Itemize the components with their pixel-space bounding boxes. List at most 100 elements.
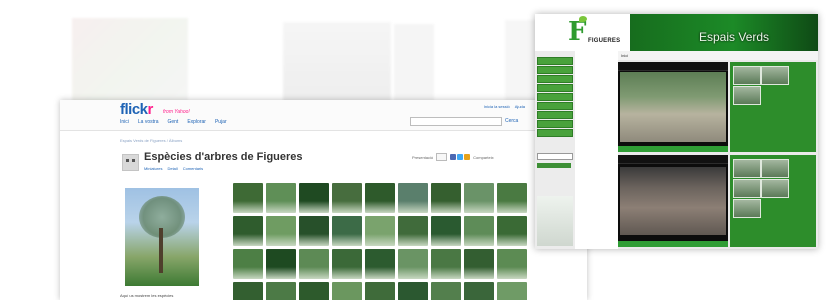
video-thumb[interactable]: [733, 199, 761, 218]
flickr-header: flickr from Yahoo! Inici La vostra Gent …: [60, 100, 587, 131]
video-thumb[interactable]: [733, 66, 761, 85]
espais-logo-area: F FIGUERES: [535, 14, 630, 51]
breadcrumb[interactable]: Espais Verds de Figueres / Àlbums: [120, 138, 182, 143]
sidebar-menu-item[interactable]: [537, 66, 573, 74]
sidebar-menu-item[interactable]: [537, 120, 573, 128]
tab-detail[interactable]: Detall: [167, 166, 177, 171]
nav-item[interactable]: Pujar: [215, 119, 227, 125]
sidebar-menu-item[interactable]: [537, 57, 573, 65]
album-owner-icon[interactable]: [122, 154, 139, 171]
background-ghost-image: [394, 24, 434, 110]
espais-title: Espais Verds: [699, 30, 770, 44]
photo-thumbnail[interactable]: [266, 249, 296, 279]
share-label[interactable]: Comparteix: [473, 155, 493, 160]
photo-thumbnail[interactable]: [266, 183, 296, 213]
photo-thumbnail[interactable]: [365, 183, 395, 213]
share-icons: [450, 154, 471, 160]
photo-thumbnail[interactable]: [398, 249, 428, 279]
nav-item[interactable]: Gent: [167, 119, 178, 125]
share-icon[interactable]: [457, 154, 464, 160]
video-controls[interactable]: [618, 146, 728, 152]
photo-thumbnail[interactable]: [431, 216, 461, 246]
photo-thumbnail[interactable]: [497, 282, 527, 300]
sidebar-image: [537, 196, 573, 246]
photo-thumbnail[interactable]: [233, 216, 263, 246]
video-thumb-panel: [730, 62, 816, 152]
photo-thumbnail[interactable]: [266, 216, 296, 246]
background-ghost-image: [72, 18, 188, 110]
search-input[interactable]: [410, 117, 502, 126]
video-thumb[interactable]: [761, 179, 789, 198]
video-thumb[interactable]: [761, 66, 789, 85]
search-button[interactable]: Cerca: [505, 118, 518, 124]
photo-thumbnail[interactable]: [365, 216, 395, 246]
photo-thumbnail[interactable]: [299, 249, 329, 279]
album-title: Espècies d'arbres de Figueres: [144, 151, 303, 163]
sidebar-menu-item[interactable]: [537, 93, 573, 101]
tab-thumbnails[interactable]: Miniatures: [144, 166, 162, 171]
photo-thumbnail[interactable]: [398, 183, 428, 213]
sidebar-menu-item[interactable]: [537, 84, 573, 92]
content-tabbar[interactable]: Inici: [618, 51, 818, 60]
video-controls[interactable]: [618, 241, 728, 247]
video-player[interactable]: [618, 62, 728, 152]
sort-label: Presentació: [412, 154, 434, 160]
photo-thumbnail[interactable]: [332, 216, 362, 246]
video-thumb[interactable]: [733, 86, 761, 105]
photo-thumbnail[interactable]: [464, 183, 494, 213]
help-link[interactable]: Ajuda: [515, 104, 525, 109]
sidebar-menu-item[interactable]: [537, 102, 573, 110]
photo-thumbnail[interactable]: [299, 216, 329, 246]
photo-thumbnail[interactable]: [332, 282, 362, 300]
photo-thumbnail[interactable]: [497, 216, 527, 246]
photo-thumbnail[interactable]: [332, 249, 362, 279]
sidebar-menu-item[interactable]: [537, 75, 573, 83]
espais-content: Inici: [618, 51, 818, 249]
video-player[interactable]: [618, 155, 728, 247]
nav-item[interactable]: Explorar: [187, 119, 206, 125]
photo-thumbnail[interactable]: [464, 282, 494, 300]
photo-thumbnail[interactable]: [398, 216, 428, 246]
photo-thumbnail[interactable]: [299, 282, 329, 300]
nav-item[interactable]: La vostra: [138, 119, 159, 125]
photo-thumbnail[interactable]: [233, 282, 263, 300]
share-icon[interactable]: [450, 154, 457, 160]
photo-thumbnail[interactable]: [431, 249, 461, 279]
photo-thumbnail[interactable]: [266, 282, 296, 300]
video-thumb[interactable]: [733, 159, 761, 178]
photo-thumbnail[interactable]: [497, 249, 527, 279]
flickr-logo-tagline: from Yahoo!: [163, 109, 190, 115]
photo-thumbnail[interactable]: [332, 183, 362, 213]
figueres-logo-letter: F: [568, 17, 587, 47]
nav-item[interactable]: Inici: [120, 119, 129, 125]
video-frame: [620, 72, 726, 142]
flickr-nav: Inici La vostra Gent Explorar Pujar: [120, 119, 227, 125]
top-links: Inicia la sessió Ajuda: [484, 104, 525, 109]
sidebar-search-input[interactable]: [537, 153, 573, 160]
photo-thumbnail[interactable]: [233, 183, 263, 213]
photo-thumbnail[interactable]: [365, 282, 395, 300]
video-header-bar: [618, 155, 728, 164]
tab-comments[interactable]: Comentaris: [183, 166, 203, 171]
share-icon[interactable]: [464, 154, 471, 160]
sidebar-search-button[interactable]: [537, 163, 571, 168]
figueres-logo-text: FIGUERES: [588, 38, 621, 44]
sidebar-menu-item[interactable]: [537, 129, 573, 137]
photo-thumbnail[interactable]: [497, 183, 527, 213]
photo-thumbnail[interactable]: [365, 249, 395, 279]
album-cover-photo[interactable]: [125, 188, 199, 286]
sidebar-menu-item[interactable]: [537, 111, 573, 119]
photo-thumbnail[interactable]: [464, 249, 494, 279]
flickr-logo[interactable]: flickr: [120, 101, 153, 118]
video-thumb[interactable]: [733, 179, 761, 198]
sort-select[interactable]: [436, 153, 448, 161]
photo-thumbnail[interactable]: [233, 249, 263, 279]
photo-thumbnail[interactable]: [431, 282, 461, 300]
photo-thumbnail[interactable]: [431, 183, 461, 213]
video-frame: [620, 167, 726, 235]
photo-thumbnail[interactable]: [398, 282, 428, 300]
signin-link[interactable]: Inicia la sessió: [484, 104, 510, 109]
photo-thumbnail[interactable]: [299, 183, 329, 213]
photo-thumbnail[interactable]: [464, 216, 494, 246]
video-thumb[interactable]: [761, 159, 789, 178]
